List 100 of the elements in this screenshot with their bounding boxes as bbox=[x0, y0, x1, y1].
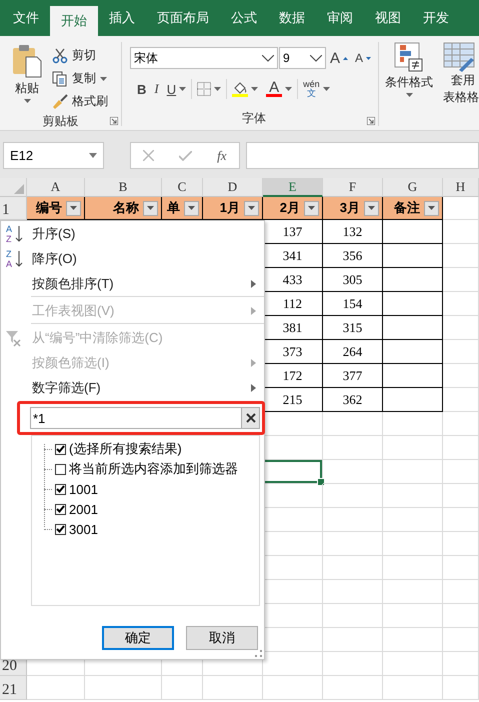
filter-dropdown-button[interactable] bbox=[424, 200, 439, 216]
chevron-down-icon bbox=[262, 54, 274, 62]
font-color-button[interactable]: A bbox=[263, 79, 296, 99]
paste-button[interactable]: 粘贴 bbox=[8, 44, 46, 113]
table-cell bbox=[443, 508, 479, 532]
resize-grip-icon[interactable] bbox=[255, 650, 262, 657]
checkbox[interactable] bbox=[55, 464, 66, 474]
column-header[interactable]: C bbox=[162, 178, 203, 197]
filter-dropdown-button[interactable] bbox=[244, 200, 259, 216]
header-text: 备注 bbox=[394, 199, 420, 217]
menu-item[interactable]: Z A 降序(O) bbox=[1, 246, 264, 271]
table-cell: 377 bbox=[323, 364, 383, 388]
checkbox[interactable] bbox=[55, 504, 66, 514]
row-header[interactable]: 1 bbox=[0, 197, 27, 220]
insert-function-button[interactable]: fx bbox=[217, 148, 227, 164]
filter-dropdown-button[interactable] bbox=[66, 200, 81, 216]
filter-dropdown-button[interactable] bbox=[364, 200, 379, 216]
bold-button[interactable]: B bbox=[134, 79, 150, 99]
font-size-field[interactable]: 9 bbox=[279, 47, 326, 69]
header-text: 3月 bbox=[340, 199, 360, 217]
header-text: 名称 bbox=[113, 199, 139, 217]
column-header[interactable]: G bbox=[383, 178, 443, 197]
caret-icon bbox=[179, 87, 186, 91]
caret-icon bbox=[285, 87, 292, 91]
filter-dropdown-button[interactable] bbox=[304, 200, 319, 216]
checkbox-label: (选择所有搜索结果) bbox=[69, 440, 182, 458]
dialog-button[interactable]: 确定 bbox=[102, 626, 174, 650]
table-cell bbox=[383, 460, 443, 484]
table-cell bbox=[323, 508, 383, 532]
table-cell: 154 bbox=[323, 292, 383, 316]
checkbox-label: 3001 bbox=[69, 522, 98, 536]
column-header[interactable]: A bbox=[27, 178, 85, 197]
column-header[interactable]: H bbox=[443, 178, 479, 197]
table-cell bbox=[383, 268, 443, 292]
checkbox[interactable] bbox=[55, 524, 66, 534]
table-cell bbox=[323, 628, 383, 652]
scissors-icon bbox=[52, 48, 68, 64]
checkbox[interactable] bbox=[55, 444, 66, 454]
table-cell bbox=[443, 244, 479, 268]
table-cell bbox=[443, 604, 479, 628]
dialog-launcher-icon[interactable] bbox=[367, 117, 375, 125]
group-label: 字体 bbox=[241, 110, 267, 126]
caret-icon bbox=[428, 206, 435, 210]
checkbox[interactable] bbox=[55, 484, 66, 494]
selected-cell[interactable] bbox=[263, 460, 323, 484]
search-field[interactable]: *1 bbox=[30, 407, 241, 429]
table-format-button[interactable]: 套用 表格格 bbox=[439, 42, 479, 130]
menu-item[interactable]: 按颜色排序(T) bbox=[1, 271, 264, 296]
chevron-down-icon bbox=[310, 54, 322, 62]
grow-font-button[interactable]: A bbox=[327, 48, 352, 68]
table-cell bbox=[203, 676, 263, 700]
name-box[interactable]: E12 bbox=[3, 142, 104, 169]
ribbon-tab[interactable]: 文件 bbox=[2, 0, 50, 36]
row-header[interactable]: 21 bbox=[0, 676, 27, 700]
table-cell bbox=[443, 412, 479, 436]
dialog-launcher-icon[interactable] bbox=[110, 117, 118, 125]
font-name-field[interactable]: 宋体 bbox=[130, 47, 278, 69]
table-cell bbox=[323, 556, 383, 580]
caret-icon bbox=[368, 206, 375, 210]
header-text: 编号 bbox=[36, 199, 62, 217]
menu-item[interactable]: A Z 升序(S) bbox=[1, 221, 264, 246]
dialog-button[interactable]: 取消 bbox=[186, 626, 258, 650]
ribbon-tab[interactable]: 审阅 bbox=[316, 0, 364, 36]
table-cell bbox=[443, 484, 479, 508]
ribbon-tab[interactable]: 公式 bbox=[220, 0, 268, 36]
ribbon-tab[interactable]: 页面布局 bbox=[146, 0, 220, 36]
menu-item[interactable]: 数字筛选(F) bbox=[1, 375, 264, 400]
formula-input[interactable] bbox=[246, 142, 479, 169]
corner-triangle-icon bbox=[14, 184, 24, 194]
clear-button[interactable] bbox=[241, 407, 260, 429]
cut-button[interactable]: 剪切 bbox=[50, 44, 110, 67]
table-cell: 315 bbox=[323, 316, 383, 340]
ribbon-tab[interactable]: 开发 bbox=[412, 0, 460, 36]
conditional-format-button[interactable]: 条件格式 bbox=[379, 42, 439, 130]
table-cell bbox=[443, 292, 479, 316]
column-header[interactable]: F bbox=[323, 178, 383, 197]
table-cell bbox=[443, 316, 479, 340]
filter-dropdown-button[interactable] bbox=[143, 200, 158, 216]
column-header[interactable]: E bbox=[263, 178, 323, 197]
format-painter-button[interactable]: 格式刷 bbox=[50, 90, 110, 113]
shrink-font-button[interactable]: A bbox=[352, 48, 374, 68]
column-header[interactable]: B bbox=[85, 178, 162, 197]
phonetic-button[interactable]: wén 文 bbox=[300, 79, 333, 99]
clear-filter-icon bbox=[5, 328, 23, 346]
filter-dropdown-button[interactable] bbox=[184, 200, 199, 216]
table-cell bbox=[323, 412, 383, 436]
table-cell bbox=[443, 532, 479, 556]
header-text: 2月 bbox=[280, 199, 300, 217]
ribbon-tab[interactable]: 插入 bbox=[98, 0, 146, 36]
table-cell bbox=[27, 676, 85, 700]
check-icon[interactable] bbox=[179, 150, 192, 160]
table-cell bbox=[383, 364, 443, 388]
copy-button[interactable]: 复制 bbox=[50, 67, 110, 90]
column-header[interactable]: D bbox=[203, 178, 263, 197]
table-cell bbox=[383, 604, 443, 628]
ribbon-tab[interactable]: 开始 bbox=[50, 6, 98, 36]
ribbon-tab[interactable]: 数据 bbox=[268, 0, 316, 36]
italic-button[interactable]: I bbox=[151, 79, 162, 99]
ribbon-tab[interactable]: 视图 bbox=[364, 0, 412, 36]
underline-button[interactable]: U bbox=[164, 79, 190, 99]
